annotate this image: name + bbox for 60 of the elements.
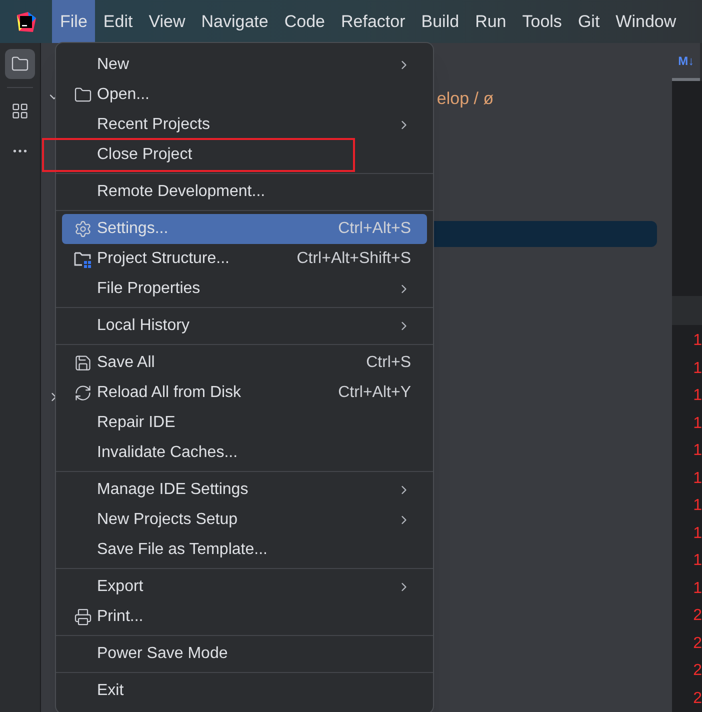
menu-entry[interactable]: Power Save Mode xyxy=(62,639,427,669)
menu-entry[interactable]: Recent Projects xyxy=(62,110,427,140)
menu-entry[interactable]: Open... xyxy=(62,80,427,110)
line-number: 1 xyxy=(693,468,702,488)
line-number: 1 xyxy=(693,414,702,434)
menu-entry[interactable]: Invalidate Caches... xyxy=(62,438,427,468)
line-number: 2 xyxy=(693,661,702,681)
menu-entry[interactable]: New xyxy=(62,50,427,80)
menu-item[interactable]: Run xyxy=(467,0,514,43)
menu-entry[interactable]: Close Project xyxy=(62,140,353,170)
menu-item[interactable]: Window xyxy=(608,0,684,43)
print-icon xyxy=(74,608,92,626)
menu-entry[interactable]: File Properties xyxy=(62,274,427,304)
menu-entry[interactable]: Project Structure... Ctrl+Alt+Shift+S xyxy=(62,244,427,274)
line-number: 2 xyxy=(693,688,702,708)
menu-item[interactable]: Edit xyxy=(95,0,141,43)
menu-entry[interactable]: Save All Ctrl+S xyxy=(62,348,427,378)
line-number: 1 xyxy=(693,551,702,571)
menu-entry[interactable]: Exit xyxy=(62,676,427,706)
menu-item[interactable]: Build xyxy=(413,0,468,43)
save-icon xyxy=(74,354,92,372)
line-number: 2 xyxy=(693,634,702,654)
menu-entry[interactable]: Settings... Ctrl+Alt+S xyxy=(62,214,427,244)
menu-entry[interactable]: New Projects Setup xyxy=(62,505,427,535)
settings-icon xyxy=(74,220,92,238)
menu-item[interactable]: Code xyxy=(276,0,333,43)
line-number: 1 xyxy=(693,496,702,516)
menu-entry[interactable]: Repair IDE xyxy=(62,408,427,438)
menu-entry[interactable]: Remote Development... xyxy=(62,177,427,207)
menu-entry[interactable]: Print... xyxy=(62,602,427,632)
markdown-icon: M↓ xyxy=(678,52,694,70)
menu-entry[interactable]: Export xyxy=(62,572,427,602)
line-number: 1 xyxy=(693,578,702,598)
menu-entry[interactable]: Reload All from Disk Ctrl+Alt+Y xyxy=(62,378,427,408)
menu-entry[interactable]: Local History xyxy=(62,311,427,341)
shortcut-label: Ctrl+Alt+S xyxy=(338,219,411,239)
menu-entry[interactable]: Save File as Template... xyxy=(62,535,427,565)
line-number: 1 xyxy=(693,441,702,461)
folder-icon xyxy=(74,86,92,104)
line-number: 2 xyxy=(693,606,702,626)
folder-icon[interactable] xyxy=(4,49,35,79)
shortcut-label: Ctrl+Alt+Shift+S xyxy=(296,249,411,269)
menu-item[interactable]: Navigate xyxy=(193,0,276,43)
menu-item[interactable]: Git xyxy=(570,0,608,43)
branch-label: elop / ø xyxy=(436,88,494,110)
menu-entry[interactable]: Manage IDE Settings xyxy=(62,475,427,505)
line-number: 1 xyxy=(693,386,702,406)
menu-item[interactable]: Tools xyxy=(514,0,570,43)
line-number: 1 xyxy=(693,331,702,351)
line-number: 1 xyxy=(693,524,702,544)
line-number: 1 xyxy=(693,358,702,378)
menu-item[interactable]: Refactor xyxy=(333,0,414,43)
shortcut-label: Ctrl+Alt+Y xyxy=(338,383,411,403)
menu-item[interactable]: View xyxy=(140,0,194,43)
menu-item[interactable]: File xyxy=(52,0,96,43)
reload-icon xyxy=(74,384,92,402)
folder-grid-icon xyxy=(72,250,92,268)
app-logo-icon xyxy=(16,12,36,32)
shortcut-label: Ctrl+S xyxy=(366,353,411,373)
editor-header xyxy=(672,296,702,325)
